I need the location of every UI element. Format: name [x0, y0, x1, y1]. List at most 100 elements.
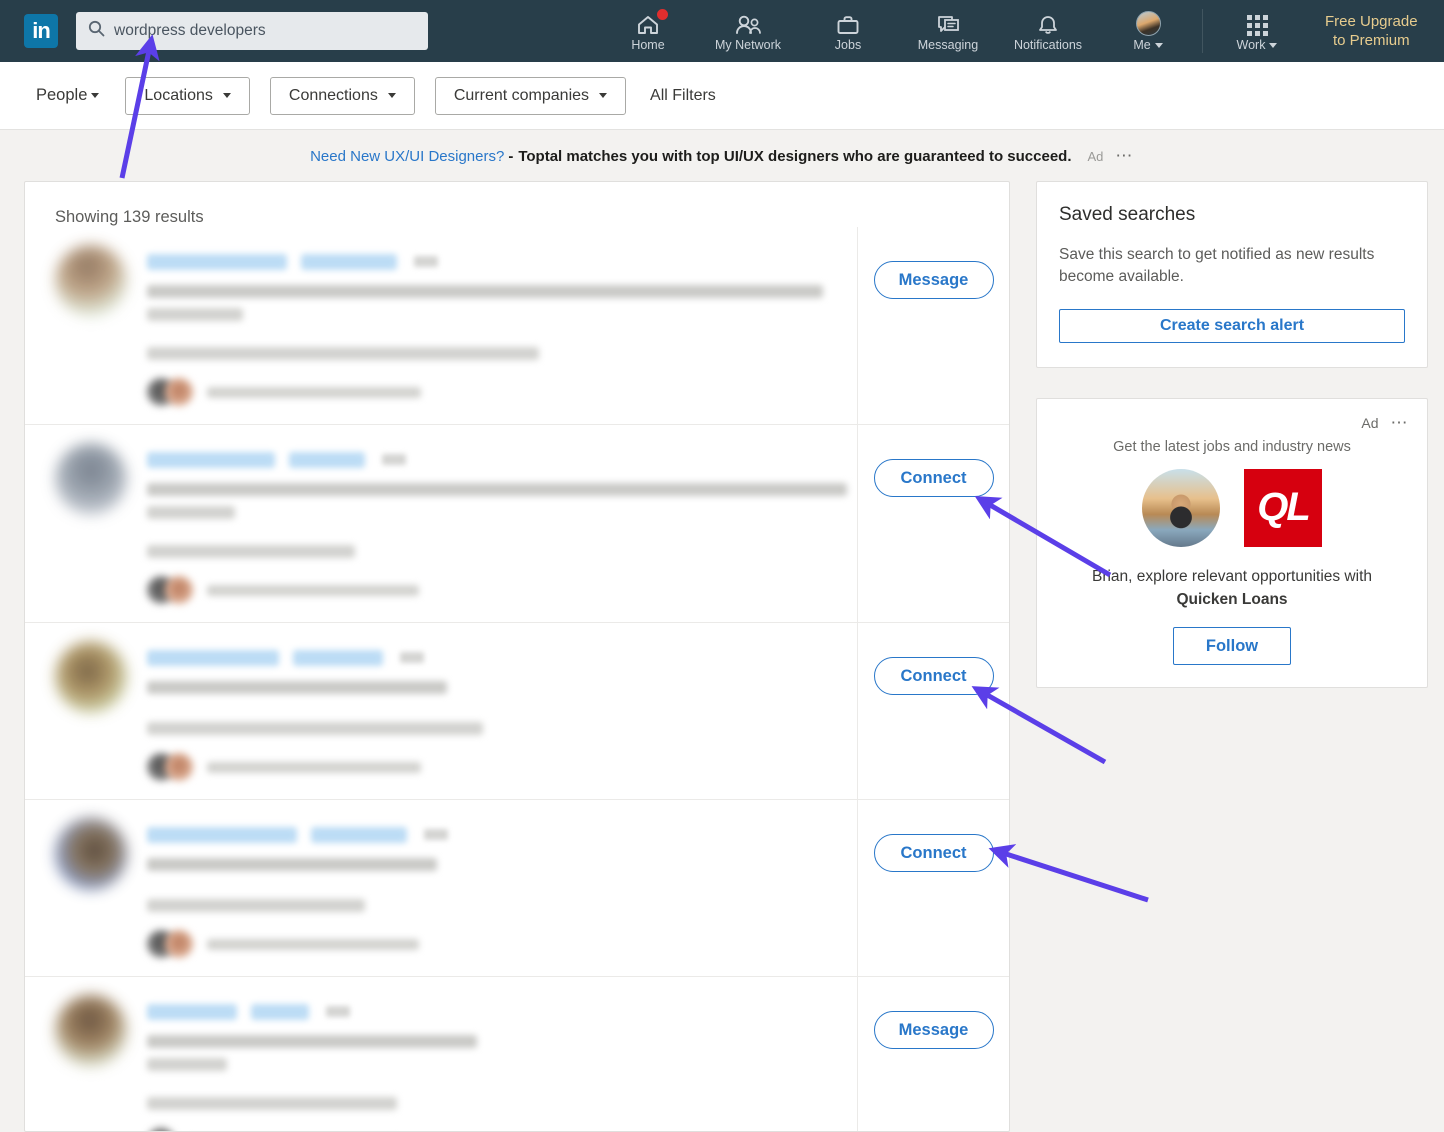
mutual-connections-text [207, 762, 421, 773]
profile-surname-link[interactable] [251, 1004, 309, 1020]
sidebar-ad-images: QL [1055, 469, 1409, 547]
result-name-row[interactable] [147, 451, 837, 469]
profile-name-link[interactable] [147, 254, 287, 270]
sponsored-banner-link[interactable]: Need New UX/UI Designers? [310, 148, 504, 165]
nav-item-home[interactable]: Home [598, 0, 698, 62]
connect-button[interactable]: Connect [874, 657, 994, 695]
filter-label-current-companies: Current companies [454, 87, 589, 105]
profile-surname-link[interactable] [293, 650, 383, 666]
bell-icon [1037, 10, 1059, 36]
mutual-connections-row[interactable] [147, 930, 837, 958]
sponsored-banner-ad-label: Ad [1088, 149, 1104, 164]
chevron-down-icon [599, 93, 607, 98]
nav-label-notifications: Notifications [1014, 39, 1082, 52]
table-row[interactable]: Message [25, 977, 1009, 1132]
mutual-connections-row[interactable] [147, 576, 837, 604]
degree-badge [424, 829, 448, 840]
filter-label-connections: Connections [289, 87, 378, 105]
search-input[interactable] [114, 22, 416, 40]
profile-name-link[interactable] [147, 650, 279, 666]
mutual-connections-row[interactable] [147, 1128, 837, 1132]
user-avatar [1136, 11, 1161, 36]
result-name-row[interactable] [147, 1003, 837, 1021]
result-details [25, 977, 857, 1132]
nav-item-me[interactable]: Me [1098, 0, 1198, 62]
connect-button[interactable]: Connect [874, 459, 994, 497]
sidebar-ad-message: Brian, explore relevant opportunities wi… [1055, 565, 1409, 612]
linkedin-logo[interactable]: in [24, 14, 58, 48]
create-search-alert-button[interactable]: Create search alert [1059, 309, 1405, 343]
sidebar-ad-tagline: Get the latest jobs and industry news [1055, 439, 1409, 455]
mutual-connections-row[interactable] [147, 753, 837, 781]
chevron-down-icon [1155, 43, 1163, 48]
nav-item-notifications[interactable]: Notifications [998, 0, 1098, 62]
follow-button[interactable]: Follow [1173, 627, 1291, 665]
chevron-down-icon [1269, 43, 1277, 48]
nav-label-messaging: Messaging [918, 39, 978, 52]
ellipsis-icon[interactable]: ⋯ [1391, 413, 1410, 433]
profile-headline-overflow [147, 1058, 227, 1071]
profile-name-link[interactable] [147, 827, 297, 843]
sidebar-ad-card: Ad ⋯ Get the latest jobs and industry ne… [1036, 398, 1428, 689]
nav-item-work[interactable]: Work [1207, 0, 1307, 62]
profile-surname-link[interactable] [289, 452, 365, 468]
avatar[interactable] [55, 245, 127, 317]
results-count: Showing 139 results [25, 182, 1009, 227]
table-row[interactable]: Connect [25, 623, 1009, 800]
filter-pill-locations[interactable]: Locations [125, 77, 250, 115]
sidebar-ad-label: Ad [1361, 415, 1378, 431]
result-name-row[interactable] [147, 826, 837, 844]
result-details [25, 623, 857, 799]
saved-searches-panel: Saved searches Save this search to get n… [1036, 181, 1428, 368]
connect-button[interactable]: Connect [874, 834, 994, 872]
chevron-down-icon [388, 93, 396, 98]
avatar[interactable] [55, 443, 127, 515]
ellipsis-icon[interactable]: ⋯ [1115, 146, 1134, 166]
search-icon [88, 20, 105, 42]
profile-surname-link[interactable] [301, 254, 397, 270]
search-box[interactable] [76, 12, 428, 50]
entity-type-dropdown[interactable]: People [36, 86, 99, 105]
profile-location [147, 899, 365, 912]
premium-line-1: Free Upgrade [1325, 12, 1418, 31]
result-action-column: Connect [857, 425, 1009, 622]
result-action-column: Message [857, 977, 1009, 1132]
home-icon [636, 10, 661, 36]
nav-label-home: Home [631, 39, 664, 52]
profile-location [147, 1097, 397, 1110]
table-row[interactable]: Connect [25, 425, 1009, 623]
result-details [25, 800, 857, 976]
filter-pill-current-companies[interactable]: Current companies [435, 77, 626, 115]
nav-item-jobs[interactable]: Jobs [798, 0, 898, 62]
entity-type-label: People [36, 86, 87, 104]
quicken-loans-logo: QL [1244, 469, 1322, 547]
sponsored-banner: Need New UX/UI Designers? - Toptal match… [0, 130, 1444, 182]
mutual-connections-row[interactable] [147, 378, 837, 406]
profile-name-link[interactable] [147, 1004, 237, 1020]
avatar[interactable] [55, 995, 127, 1067]
nav-item-messaging[interactable]: Messaging [898, 0, 998, 62]
message-button[interactable]: Message [874, 261, 994, 299]
result-name-row[interactable] [147, 649, 837, 667]
grid-icon [1247, 10, 1268, 36]
avatar[interactable] [55, 641, 127, 713]
message-button[interactable]: Message [874, 1011, 994, 1049]
mutual-connections-text [207, 387, 421, 398]
result-name-row[interactable] [147, 253, 837, 271]
profile-headline-overflow [147, 308, 243, 321]
search-results-card: Showing 139 results Message [24, 181, 1010, 1132]
table-row[interactable]: Connect [25, 800, 1009, 977]
free-upgrade-to-premium-link[interactable]: Free Upgrade to Premium [1325, 12, 1418, 50]
filter-label-locations: Locations [144, 87, 213, 105]
profile-name-link[interactable] [147, 452, 275, 468]
mutual-connection-avatar [165, 753, 193, 781]
nav-item-my-network[interactable]: My Network [698, 0, 798, 62]
profile-surname-link[interactable] [311, 827, 407, 843]
filter-pill-connections[interactable]: Connections [270, 77, 415, 115]
table-row[interactable]: Message [25, 227, 1009, 425]
degree-badge [414, 256, 438, 267]
result-action-column: Message [857, 227, 1009, 424]
nav-label-jobs: Jobs [835, 39, 861, 52]
avatar[interactable] [55, 818, 127, 890]
all-filters-button[interactable]: All Filters [650, 87, 716, 105]
